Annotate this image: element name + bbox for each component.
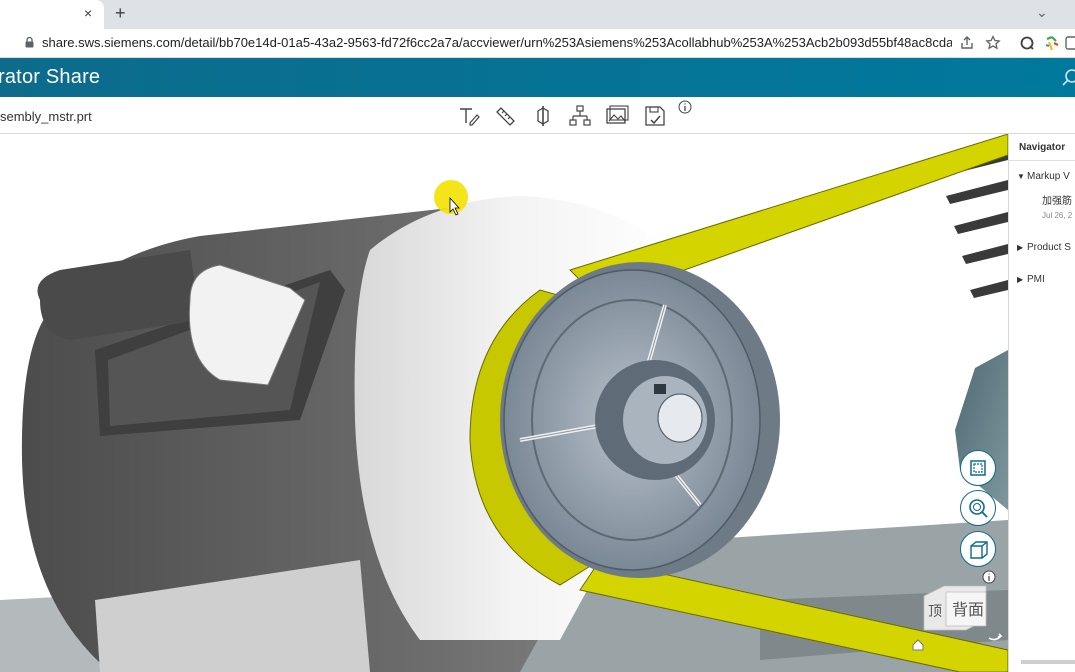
save-markup-icon[interactable] [642, 103, 668, 129]
collapsed-caret-icon: ▶ [1017, 243, 1024, 252]
viewer-toolbar: sembly_mstr.prt [0, 97, 1075, 134]
markup-entry-name[interactable]: 加强筋 [1042, 192, 1072, 207]
menu-icon[interactable] [1064, 34, 1075, 52]
zoom-button[interactable] [960, 490, 996, 526]
structure-icon[interactable] [567, 103, 593, 129]
pulley [500, 262, 780, 578]
nav-item-label: PMI [1027, 274, 1045, 285]
puzzle-icon[interactable] [1043, 34, 1061, 52]
star-icon[interactable] [984, 34, 1002, 52]
3d-viewport[interactable]: 背面 顶 [0, 134, 1008, 672]
extension-icon[interactable] [1018, 34, 1036, 52]
navigator-title: Navigator [1019, 142, 1066, 153]
browser-tab[interactable]: × [0, 0, 104, 29]
nav-item-label: Product S [1027, 242, 1071, 253]
text-markup-icon[interactable] [456, 103, 482, 129]
view-cube[interactable]: 背面 顶 [922, 582, 988, 634]
new-tab-button[interactable]: + [115, 3, 126, 24]
tab-close-button[interactable]: × [84, 5, 92, 21]
tab-search-chevron-icon[interactable]: ⌄ [1036, 4, 1048, 21]
search-icon[interactable] [1058, 66, 1075, 90]
rotate-arrow-icon[interactable] [985, 624, 1005, 644]
expanded-caret-icon: ▼ [1017, 172, 1025, 181]
section-icon[interactable] [530, 103, 556, 129]
file-name: sembly_mstr.prt [0, 109, 92, 124]
fit-view-icon [970, 460, 986, 476]
info-icon[interactable] [677, 99, 693, 115]
collapsed-caret-icon: ▶ [1017, 275, 1024, 284]
nav-item-pmi[interactable]: ▶ PMI [1017, 274, 1045, 285]
nav-item-label: Markup V [1027, 171, 1070, 182]
panel-scrollbar[interactable] [1021, 660, 1075, 664]
app-header: rator Share [0, 58, 1075, 97]
view-orientation-button[interactable] [960, 531, 996, 567]
view-cube-face-label: 背面 [952, 600, 984, 619]
app-title: rator Share [0, 66, 101, 88]
nav-item-product-structure[interactable]: ▶ Product S [1017, 242, 1071, 253]
navigator-panel: Navigator ▼ Markup V 加强筋 Jul 26, 2 ▶ Produ… [1008, 134, 1075, 672]
markup-entry-date: Jul 26, 2 [1042, 211, 1073, 220]
nav-item-markup[interactable]: ▼ Markup V [1017, 171, 1070, 182]
address-bar: share.sws.siemens.com/detail/bb70e14d-01… [0, 29, 1075, 58]
lock-icon [25, 37, 34, 48]
share-icon[interactable] [958, 34, 976, 52]
3d-model-render[interactable] [0, 134, 1008, 672]
measure-icon[interactable] [492, 103, 518, 129]
cube-icon [970, 541, 988, 559]
browser-tab-bar: × + ⌄ [0, 0, 1075, 29]
fit-view-button[interactable] [960, 450, 996, 486]
zoom-icon [969, 499, 988, 518]
snapshot-icon[interactable] [604, 103, 630, 129]
view-cube-side-label: 顶 [928, 604, 942, 620]
url-input[interactable]: share.sws.siemens.com/detail/bb70e14d-01… [42, 35, 952, 50]
home-icon[interactable] [911, 638, 925, 652]
